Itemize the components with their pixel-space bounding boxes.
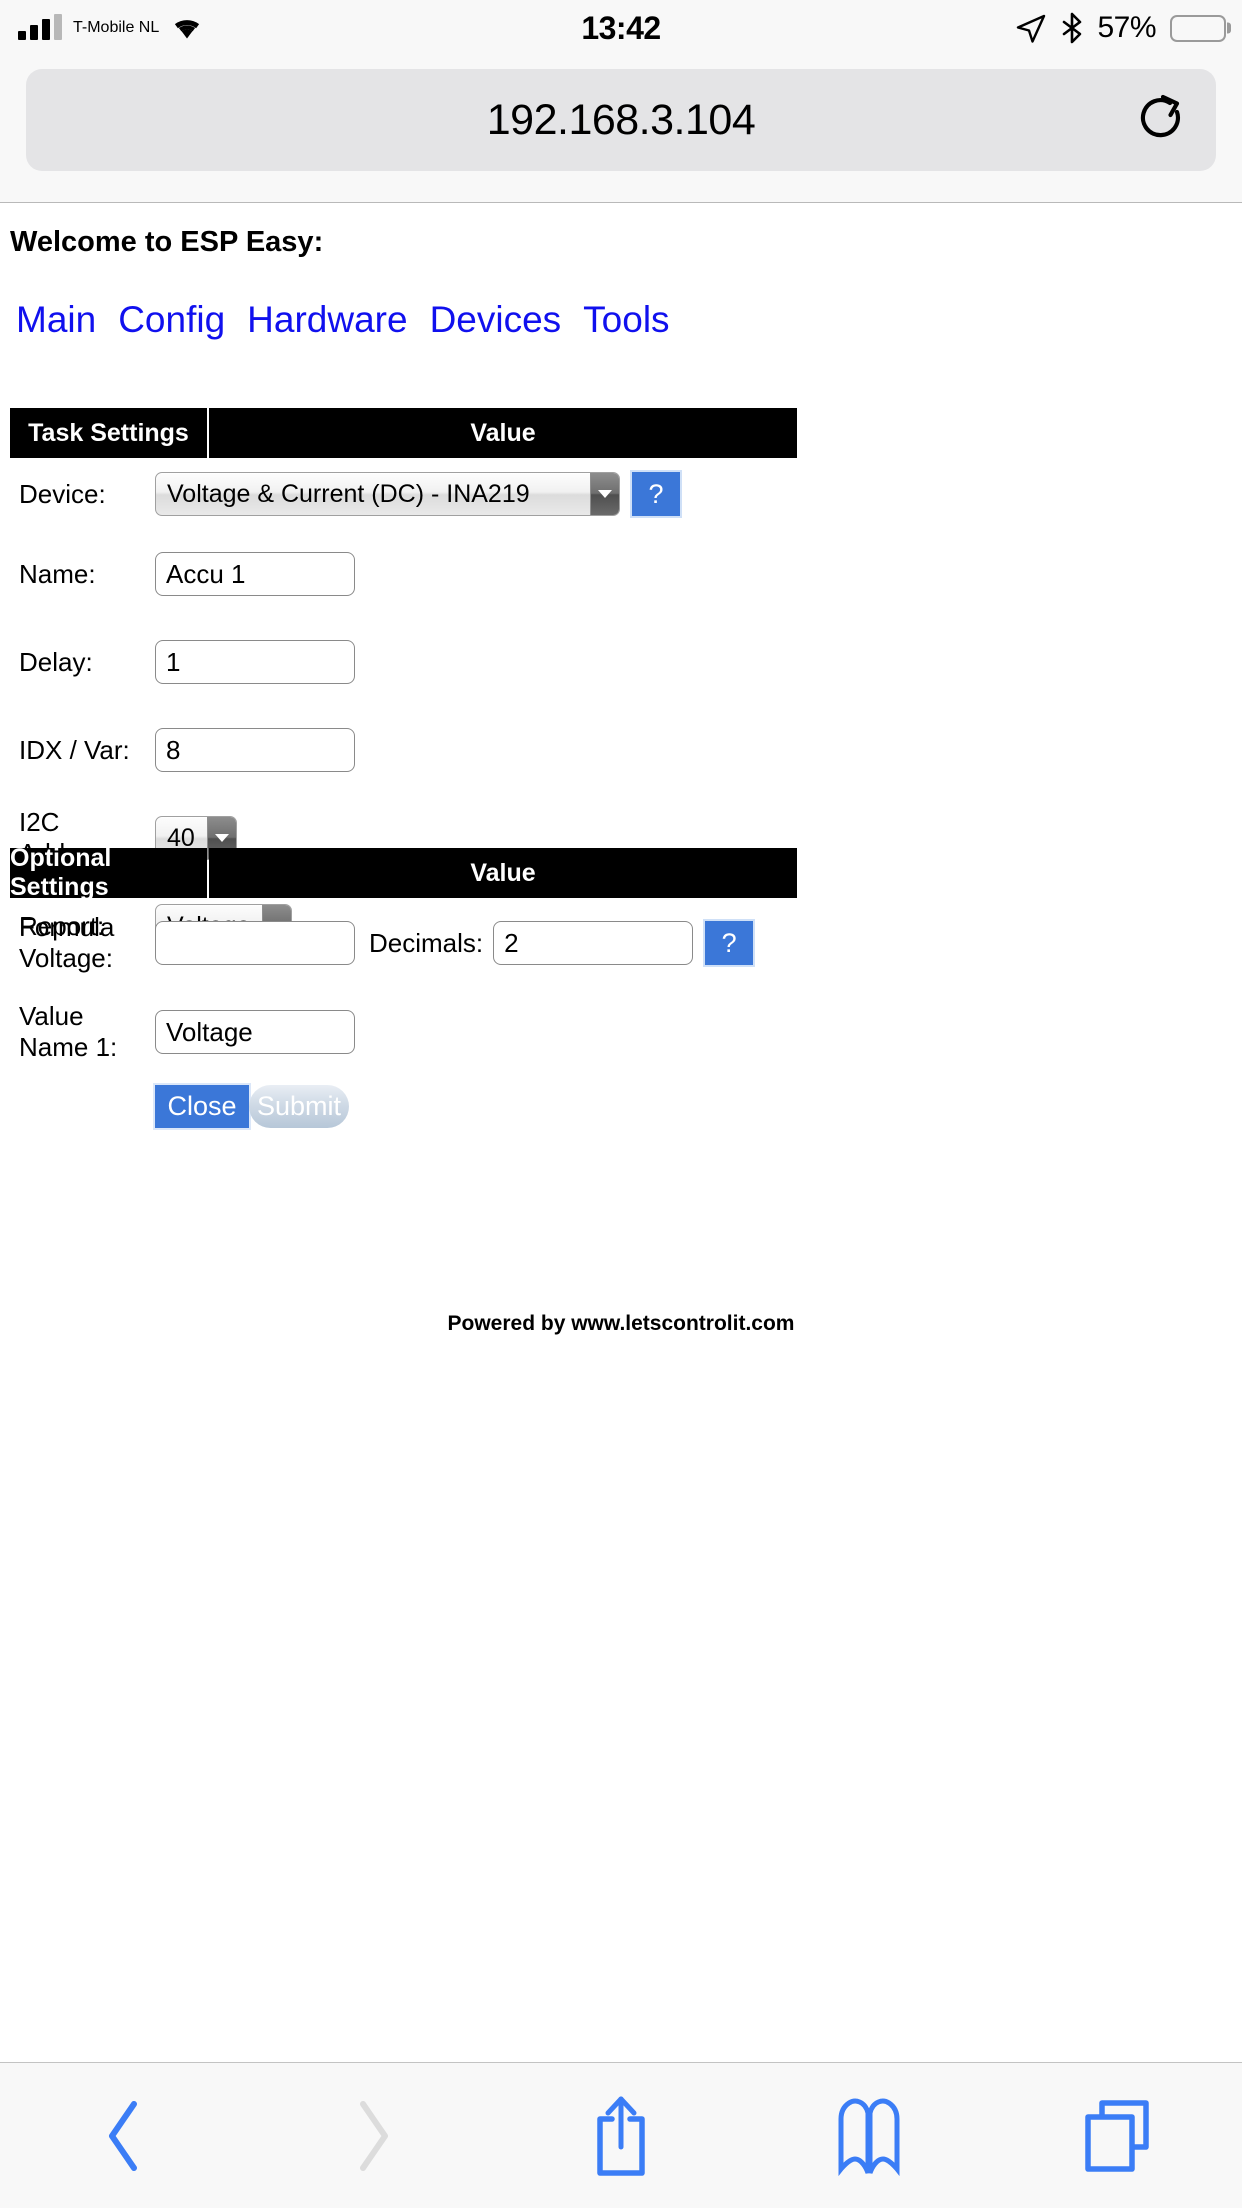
optional-settings-table: Optional Settings Value Formula Voltage:… [10,844,797,1136]
back-button[interactable] [0,2063,248,2208]
delay-input[interactable] [155,640,355,684]
formula-voltage-label: Formula Voltage: [19,912,115,973]
browser-chrome: 192.168.3.104 [0,56,1242,203]
main-navigation: Main Config Hardware Devices Tools [16,299,670,341]
value-name-1-input[interactable] [155,1010,355,1054]
idx-var-input[interactable] [155,728,355,772]
optional-settings-header-value: Value [209,848,797,898]
nav-link-hardware[interactable]: Hardware [247,299,407,341]
device-label: Device: [19,478,106,509]
url-bar[interactable]: 192.168.3.104 [26,69,1216,171]
formula-voltage-input[interactable] [155,921,355,965]
bluetooth-icon [1063,12,1082,44]
task-settings-header-label: Task Settings [10,408,207,458]
status-bar: T-Mobile NL 13:42 57% [0,0,1242,56]
form-actions-row: Close Submit [10,1076,797,1136]
submit-button[interactable]: Submit [249,1084,349,1128]
nav-link-tools[interactable]: Tools [583,299,669,341]
close-button[interactable]: Close [155,1084,249,1128]
optional-settings-header-label: Optional Settings [10,844,207,901]
table-row-device: Device: Voltage & Current (DC) - INA219 … [10,458,797,530]
device-select-value: Voltage & Current (DC) - INA219 [167,479,530,508]
device-help-button[interactable]: ? [632,472,680,516]
nav-link-config[interactable]: Config [118,299,225,341]
formula-voltage-help-button[interactable]: ? [705,921,754,965]
optional-settings-header-row: Optional Settings Value [10,844,797,901]
table-row-delay: Delay: [10,618,797,706]
chevron-left-icon [109,2100,138,2171]
browser-bottom-toolbar [0,2062,1242,2208]
nav-link-devices[interactable]: Devices [430,299,562,341]
forward-button[interactable] [248,2063,496,2208]
decimals-input[interactable] [493,921,694,965]
table-row-name: Name: [10,530,797,618]
task-settings-header-value: Value [209,408,797,458]
value-name-1-label: Value Name 1: [19,1001,118,1062]
location-arrow-icon [1017,14,1046,43]
table-row-idx-var: IDX / Var: [10,706,797,794]
bookmarks-button[interactable] [745,2063,993,2208]
web-page-content: Welcome to ESP Easy: Main Config Hardwar… [0,204,1242,2064]
device-select[interactable]: Voltage & Current (DC) - INA219 [155,472,620,516]
battery-icon [1170,14,1231,42]
chevron-down-icon [590,473,619,515]
page-footer: Powered by www.letscontrolit.com [447,1312,795,1335]
status-bar-right: 57% [1015,0,1231,56]
share-icon [597,2096,645,2176]
nav-link-main[interactable]: Main [16,299,96,341]
battery-percent-label: 57% [1097,11,1156,44]
name-label: Name: [19,558,96,589]
tabs-button[interactable] [994,2063,1242,2208]
tabs-icon [1085,2099,1149,2172]
decimals-label: Decimals: [369,927,484,958]
name-input[interactable] [155,552,355,596]
share-button[interactable] [497,2063,745,2208]
delay-label: Delay: [19,646,93,677]
reload-icon[interactable] [1134,91,1188,149]
url-text: 192.168.3.104 [486,95,756,144]
table-row-formula-voltage: Formula Voltage: Decimals: ? [10,898,797,988]
chevron-right-icon [359,2100,388,2171]
task-settings-header-row: Task Settings Value [10,408,797,458]
table-row-value-name-1: Value Name 1: [10,988,797,1076]
page-title: Welcome to ESP Easy: [10,226,324,258]
idx-var-label: IDX / Var: [19,734,130,765]
book-icon [838,2098,900,2176]
